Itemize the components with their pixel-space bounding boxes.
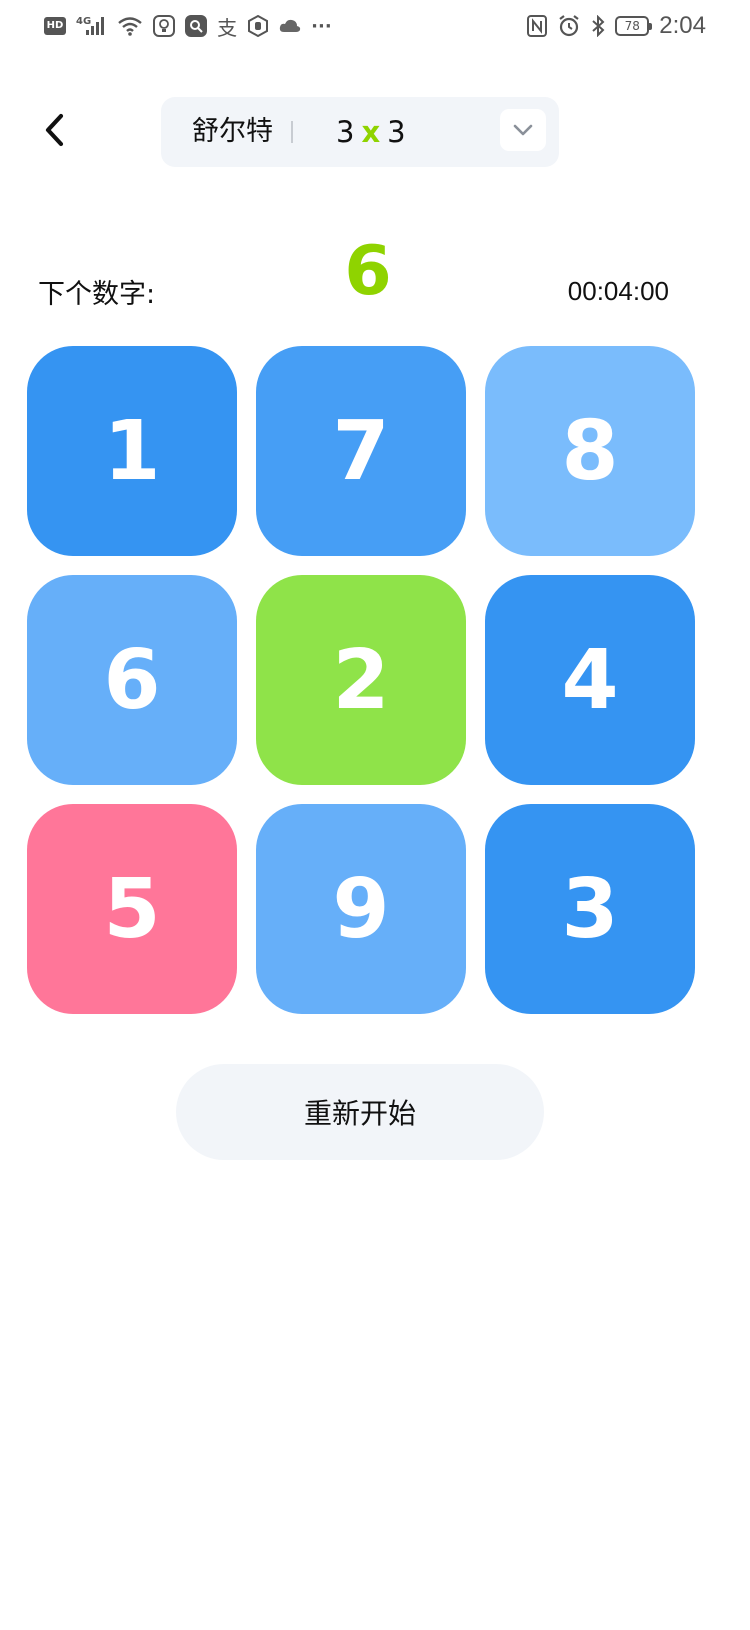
grid-tile-6[interactable]: 6 (27, 575, 237, 785)
battery-icon: 78 (615, 16, 653, 36)
chevron-left-icon (45, 113, 64, 147)
restart-button[interactable]: 重新开始 (176, 1064, 544, 1160)
mode-name: 舒尔特 (192, 116, 273, 147)
grid-tile-9[interactable]: 9 (256, 804, 466, 1014)
grid-tile-5[interactable]: 5 (27, 804, 237, 1014)
hand-app-icon (247, 13, 269, 39)
schulte-game-screen: HD 4G 支 ··· 78 2:04 舒尔特 3 x 3 下个数字: 6 00… (0, 0, 750, 1630)
grid-size-separator: x (361, 115, 381, 149)
grid-tile-2[interactable]: 2 (256, 575, 466, 785)
search-app-icon (185, 15, 208, 37)
grid-size-label: 3 x 3 (336, 97, 406, 167)
grid-tile-3[interactable]: 3 (485, 804, 695, 1014)
schulte-grid: 178 624 593 (27, 346, 695, 1015)
alipay-icon: 支 (217, 15, 238, 40)
grid-tile-4[interactable]: 4 (485, 575, 695, 785)
bulb-app-icon (153, 15, 176, 37)
nfc-icon (527, 13, 548, 39)
cloud-icon (279, 13, 301, 39)
more-icon: ··· (311, 15, 332, 37)
next-number-label: 下个数字: (38, 279, 156, 310)
chevron-down-icon (513, 124, 533, 136)
mode-divider (291, 121, 293, 143)
size-dropdown-button[interactable] (500, 109, 546, 151)
timer: 00:04:00 (567, 276, 669, 306)
next-number-value: 6 (344, 232, 392, 311)
status-right: 78 2:04 (527, 12, 706, 40)
signal-icon: 4G (76, 13, 107, 39)
status-left: HD 4G 支 ··· (44, 13, 332, 40)
grid-size-rows: 3 (336, 115, 355, 149)
wifi-icon (117, 13, 143, 39)
bluetooth-icon (591, 13, 605, 39)
grid-tile-1[interactable]: 1 (27, 346, 237, 556)
alarm-icon (557, 13, 581, 39)
grid-tile-7[interactable]: 7 (256, 346, 466, 556)
back-button[interactable] (30, 105, 80, 155)
grid-size-cols: 3 (387, 115, 406, 149)
status-time: 2:04 (659, 12, 706, 39)
grid-tile-8[interactable]: 8 (485, 346, 695, 556)
mode-selector[interactable]: 舒尔特 3 x 3 (161, 97, 559, 167)
hd-icon: HD (44, 17, 66, 35)
status-bar: HD 4G 支 ··· 78 2:04 (0, 0, 750, 52)
